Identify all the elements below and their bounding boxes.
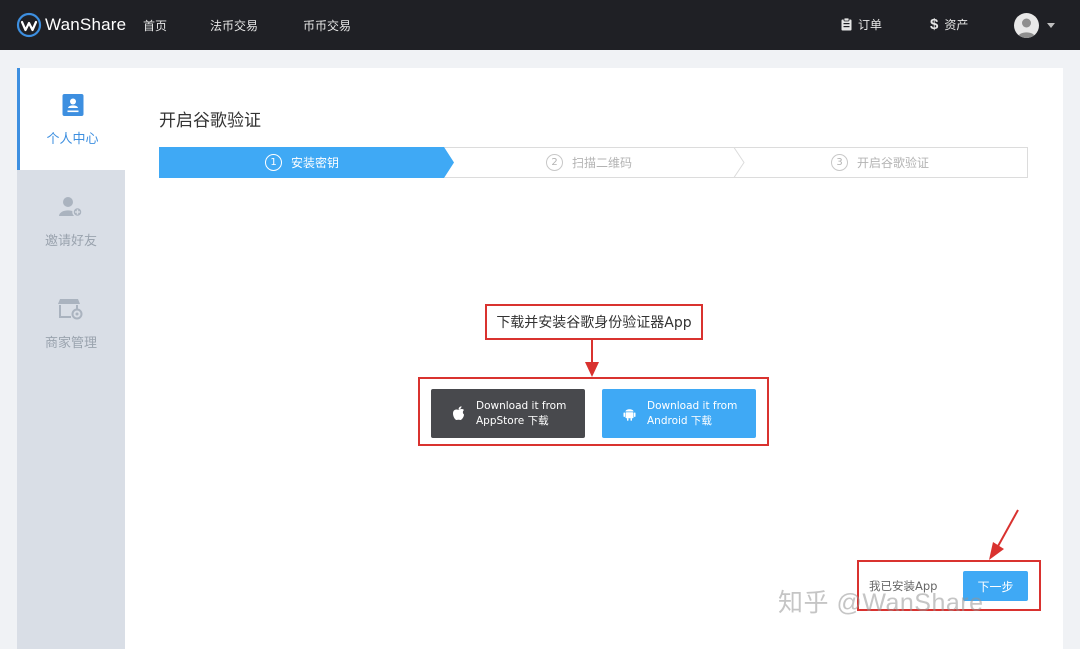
- appstore-download-button[interactable]: Download it from AppStore 下载: [431, 389, 585, 438]
- step-label: 开启谷歌验证: [857, 156, 930, 170]
- appstore-line1: Download it from: [476, 399, 567, 412]
- step-label: 安装密钥: [291, 156, 340, 170]
- sidebar-item-label: 商家管理: [44, 336, 97, 351]
- android-line1: Download it from: [647, 399, 738, 412]
- nav-orders-label: 订单: [858, 18, 883, 32]
- sidebar-item-personal-center[interactable]: 个人中心: [17, 68, 125, 170]
- page-title: 开启谷歌验证: [159, 111, 261, 131]
- account-dropdown-caret-icon[interactable]: [1047, 23, 1055, 28]
- main-card: 开启谷歌验证 1 安装密钥 2 扫描二维码 3 开启谷歌验证 下载并安装谷歌身份…: [125, 68, 1063, 649]
- sidebar-item-label: 邀请好友: [44, 234, 97, 249]
- download-buttons-group: Download it from AppStore 下载 Download it…: [418, 377, 769, 446]
- clipboard-icon: [841, 18, 852, 31]
- sidebar-item-label: 个人中心: [46, 132, 99, 147]
- user-add-icon: [59, 197, 83, 218]
- step-enable-google-auth: 3 开启谷歌验证: [831, 147, 929, 178]
- annotation-arrow-down-icon: [585, 340, 599, 377]
- android-icon: [623, 409, 635, 421]
- user-avatar[interactable]: [1014, 13, 1039, 38]
- shop-settings-icon: [58, 299, 83, 320]
- step-install-key: 1 安装密钥: [265, 147, 339, 178]
- annotation-arrow-diagonal-icon: [989, 509, 1019, 560]
- user-silhouette-icon: [1017, 18, 1036, 38]
- sidebar-item-invite-friends[interactable]: 邀请好友: [17, 170, 125, 272]
- dollar-icon: $: [930, 16, 939, 33]
- wanshare-logo-icon: [16, 12, 42, 38]
- sidebar-item-merchant-management[interactable]: 商家管理: [17, 272, 125, 374]
- android-line2: Android 下载: [647, 414, 712, 427]
- brand-logo[interactable]: WanShare: [16, 12, 126, 38]
- step-number: 1: [265, 154, 282, 171]
- install-instruction: 下载并安装谷歌身份验证器App: [485, 304, 703, 340]
- nav-orders[interactable]: 订单: [841, 16, 882, 33]
- watermark: 知乎 @WanShare: [778, 589, 984, 617]
- step-number: 2: [546, 154, 563, 171]
- user-card-icon: [62, 94, 83, 116]
- step-label: 扫描二维码: [572, 156, 633, 170]
- brand-name: WanShare: [45, 15, 127, 34]
- top-nav-bar: WanShare 首页 法币交易 币币交易 订单 $ 资产: [0, 0, 1080, 50]
- sidebar: 个人中心 邀请好友 商家管理: [17, 68, 125, 649]
- nav-assets-label: 资产: [944, 18, 969, 32]
- nav-coin-trading[interactable]: 币币交易: [303, 17, 351, 34]
- step-number: 3: [831, 154, 848, 171]
- apple-icon: [452, 406, 464, 421]
- android-download-button[interactable]: Download it from Android 下载: [602, 389, 756, 438]
- step-progress-bar: 1 安装密钥 2 扫描二维码 3 开启谷歌验证: [159, 147, 1028, 178]
- nav-assets[interactable]: $ 资产: [930, 16, 968, 33]
- nav-home[interactable]: 首页: [143, 17, 167, 34]
- nav-fiat-trading[interactable]: 法币交易: [210, 17, 258, 34]
- appstore-line2: AppStore 下载: [476, 414, 549, 427]
- step-scan-qr: 2 扫描二维码: [546, 147, 632, 178]
